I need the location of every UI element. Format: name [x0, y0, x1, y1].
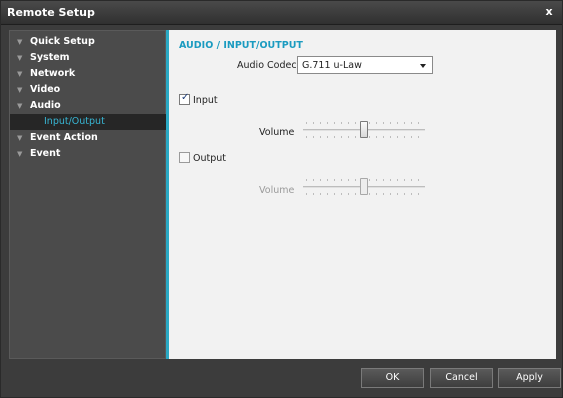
- dialog-footer: OK Cancel Apply: [1, 359, 562, 397]
- input-label: Input: [193, 95, 218, 106]
- settings-panel: AUDIO / INPUT/OUTPUT Audio Codec G.711 u…: [166, 30, 556, 359]
- tree-item-audio[interactable]: ▼ Audio: [10, 98, 167, 114]
- tree-item-label: Quick Setup: [30, 36, 95, 47]
- cancel-button[interactable]: Cancel: [430, 368, 493, 388]
- tree-item-event[interactable]: ▼ Event: [10, 146, 167, 162]
- input-volume-slider[interactable]: [303, 119, 425, 141]
- tree-item-label: Input/Output: [44, 116, 105, 127]
- expand-arrow-icon: ▼: [17, 102, 23, 110]
- expand-arrow-icon: ▼: [17, 38, 23, 46]
- tree-item-system[interactable]: ▼ System: [10, 50, 167, 66]
- expand-arrow-icon: ▼: [17, 70, 23, 78]
- apply-button[interactable]: Apply: [498, 368, 561, 388]
- audio-codec-value: G.711 u-Law: [302, 60, 362, 71]
- expand-arrow-icon: ▼: [17, 54, 23, 62]
- output-label: Output: [193, 153, 226, 164]
- tree-item-video[interactable]: ▼ Video: [10, 82, 167, 98]
- audio-codec-select[interactable]: G.711 u-Law: [297, 56, 433, 74]
- checkmark-icon: ✓: [181, 92, 190, 103]
- tree-item-label: Video: [30, 84, 61, 95]
- chevron-down-icon: [420, 64, 426, 68]
- input-volume-label: Volume: [259, 127, 295, 138]
- ok-button[interactable]: OK: [361, 368, 424, 388]
- output-volume-slider[interactable]: [303, 176, 425, 198]
- slider-thumb[interactable]: [360, 121, 368, 138]
- tree-item-input-output[interactable]: Input/Output: [10, 114, 167, 130]
- audio-codec-label: Audio Codec: [237, 60, 297, 71]
- expand-arrow-icon: ▼: [17, 86, 23, 94]
- tree-item-label: Event Action: [30, 132, 98, 143]
- window-title: Remote Setup: [7, 6, 95, 19]
- input-checkbox[interactable]: ✓: [179, 92, 190, 105]
- tree-item-event-action[interactable]: ▼ Event Action: [10, 130, 167, 146]
- tree-item-label: System: [30, 52, 70, 63]
- remote-setup-window: Remote Setup x ▼ Quick Setup ▼ System ▼ …: [0, 0, 563, 398]
- expand-arrow-icon: ▼: [17, 134, 23, 142]
- expand-arrow-icon: ▼: [17, 150, 23, 158]
- section-title: AUDIO / INPUT/OUTPUT: [179, 40, 303, 51]
- slider-thumb[interactable]: [360, 178, 368, 195]
- tree-item-label: Event: [30, 148, 61, 159]
- tree-item-quick-setup[interactable]: ▼ Quick Setup: [10, 34, 167, 50]
- settings-tree: ▼ Quick Setup ▼ System ▼ Network ▼ Video…: [9, 30, 167, 359]
- tree-item-label: Network: [30, 68, 76, 79]
- title-bar: Remote Setup x: [1, 1, 562, 25]
- output-checkbox[interactable]: [179, 152, 190, 163]
- close-icon[interactable]: x: [542, 6, 556, 20]
- tree-item-network[interactable]: ▼ Network: [10, 66, 167, 82]
- output-volume-label: Volume: [259, 185, 295, 196]
- tree-item-label: Audio: [30, 100, 61, 111]
